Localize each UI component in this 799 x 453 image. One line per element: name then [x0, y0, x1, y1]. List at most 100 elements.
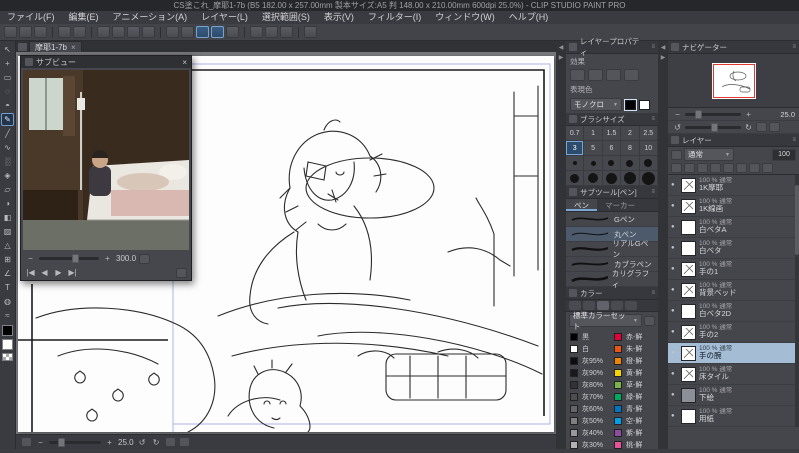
color-swatch[interactable] — [614, 441, 622, 449]
balloon-tool[interactable]: ◍ — [1, 295, 14, 308]
extract-line-effect-icon[interactable] — [624, 69, 639, 81]
new-raster-layer-icon[interactable] — [671, 163, 682, 173]
main-color-swatch[interactable] — [2, 325, 13, 336]
navigator-view-rect[interactable] — [712, 63, 755, 98]
layers-scrollbar-thumb[interactable] — [795, 185, 799, 255]
brush-size-cell[interactable]: 0.7 — [566, 126, 585, 141]
color-swatch[interactable] — [614, 357, 622, 365]
color-swatch[interactable] — [614, 429, 622, 437]
color-swatch[interactable] — [570, 357, 578, 365]
snap-special-ruler-icon[interactable] — [211, 26, 224, 38]
paste-icon[interactable] — [127, 26, 140, 38]
navigator-rotate-right-button[interactable]: ↻ — [743, 122, 754, 133]
tone-effect-icon[interactable] — [588, 69, 603, 81]
merge-down-icon[interactable] — [710, 163, 721, 173]
subview-fit-icon[interactable] — [139, 253, 151, 264]
deselect-icon[interactable] — [166, 26, 179, 38]
subview-auto-eyedropper-icon[interactable] — [176, 267, 187, 278]
brush-size-cell[interactable] — [621, 171, 640, 186]
line-correct-tool[interactable]: ≈ — [1, 309, 14, 322]
document-tab[interactable]: 摩耶1-7b × — [29, 41, 82, 52]
color-swatch[interactable] — [570, 393, 578, 401]
sub-tool-item-calligraphy[interactable]: カリグラフィ — [566, 269, 658, 289]
undo-icon[interactable] — [58, 26, 71, 38]
cut-icon[interactable] — [97, 26, 110, 38]
new-file-icon[interactable] — [4, 26, 17, 38]
workspace-settings-icon[interactable] — [304, 26, 317, 38]
layers-header[interactable]: レイヤー ≡ — [668, 134, 799, 147]
brush-size-cell[interactable]: 8 — [621, 141, 640, 156]
color-swatch[interactable] — [614, 405, 622, 413]
navigator-rotate-knob[interactable] — [710, 122, 718, 132]
color-swatch[interactable] — [570, 333, 578, 341]
menu-layer[interactable]: レイヤー(L) — [194, 11, 255, 24]
brush-size-cell[interactable]: 1.5 — [602, 126, 622, 141]
mono-white-swatch[interactable] — [639, 99, 650, 110]
menu-edit[interactable]: 編集(E) — [62, 11, 106, 24]
rotate-right-button[interactable]: ↻ — [151, 437, 162, 448]
zoom-slider-knob[interactable] — [58, 437, 66, 447]
color-swatch[interactable] — [614, 393, 622, 401]
transfer-to-lower-icon[interactable] — [697, 163, 708, 173]
navigator-header[interactable]: ナビゲーター ≡ — [668, 41, 799, 54]
ruler-tool[interactable]: ∠ — [1, 267, 14, 280]
layer-row[interactable]: ● 100 % 通常 白ベタ — [668, 238, 799, 259]
navigator-zoom-slider[interactable] — [685, 109, 741, 119]
eye-icon[interactable]: ● — [671, 392, 678, 398]
brush-size-cell[interactable] — [621, 156, 640, 171]
brush-size-cell[interactable]: 10 — [639, 141, 658, 156]
rotate-left-button[interactable]: ↺ — [137, 437, 148, 448]
pen-tool[interactable]: ✎ — [1, 113, 14, 126]
flip-horizontal-icon[interactable] — [164, 437, 176, 447]
menu-selection[interactable]: 選択範囲(S) — [255, 11, 317, 24]
navigator-zoom-out-button[interactable]: − — [672, 109, 683, 120]
menu-window[interactable]: ウィンドウ(W) — [428, 11, 502, 24]
zoom-out-button[interactable]: − — [35, 437, 46, 448]
gradient-tool[interactable]: ▨ — [1, 225, 14, 238]
navigator-rotate-slider[interactable] — [685, 122, 741, 132]
tab-list-icon[interactable] — [18, 43, 27, 51]
edit-color-set-icon[interactable] — [644, 315, 655, 326]
navigator-rotate-left-button[interactable]: ↺ — [672, 122, 683, 133]
pencil-tool[interactable]: ╱ — [1, 127, 14, 140]
close-tab-icon[interactable]: × — [71, 43, 76, 52]
brush-size-cell[interactable] — [639, 156, 658, 171]
layer-color-effect-icon[interactable] — [606, 69, 621, 81]
layer-row[interactable]: ● 100 % 通常 背景ベッド — [668, 280, 799, 301]
layer-row[interactable]: ● 100 % 通常 手の2 — [668, 322, 799, 343]
onion-skin-icon[interactable] — [265, 26, 278, 38]
subview-zoom-slider[interactable] — [39, 254, 99, 263]
color-swatch[interactable] — [570, 417, 578, 425]
operation-tool[interactable]: ↖ — [1, 43, 14, 56]
delete-icon[interactable] — [142, 26, 155, 38]
zoom-in-button[interactable]: + — [104, 437, 115, 448]
collapse-right-icon[interactable]: ▶ — [661, 54, 666, 61]
open-file-icon[interactable] — [19, 26, 32, 38]
brush-size-cell-selected[interactable]: 3 — [566, 141, 585, 156]
navigator-preview[interactable] — [668, 54, 799, 108]
brush-size-cell[interactable] — [602, 171, 622, 186]
eye-icon[interactable]: ● — [671, 287, 678, 293]
layer-row[interactable]: ● 100 % 通常 下絵 — [668, 385, 799, 406]
color-swatch[interactable] — [614, 381, 622, 389]
eye-icon[interactable]: ● — [671, 350, 678, 356]
mono-black-swatch[interactable] — [625, 99, 636, 110]
flip-horizontal-icon[interactable] — [756, 122, 767, 132]
move-tool[interactable]: + — [1, 57, 14, 70]
eye-icon[interactable]: ● — [671, 245, 678, 251]
color-swatch[interactable] — [614, 369, 622, 377]
eye-icon[interactable]: ● — [671, 266, 678, 272]
color-swatch[interactable] — [614, 417, 622, 425]
subview-zoom-in-button[interactable]: + — [102, 253, 113, 264]
brush-size-cell[interactable] — [566, 156, 585, 171]
subview-prev-image-button[interactable]: ◀ — [39, 267, 50, 278]
color-swatch[interactable] — [614, 333, 622, 341]
snap-grid-icon[interactable] — [226, 26, 239, 38]
layer-opacity-field[interactable]: 100 — [772, 148, 796, 161]
invert-selection-icon[interactable] — [181, 26, 194, 38]
layer-row[interactable]: ● 100 % 通常 白ベタ2D — [668, 301, 799, 322]
decoration-tool[interactable]: ◈ — [1, 169, 14, 182]
snap-ruler-icon[interactable] — [196, 26, 209, 38]
tab-marker[interactable]: マーカー — [597, 199, 643, 211]
color-swatch[interactable] — [570, 345, 578, 353]
